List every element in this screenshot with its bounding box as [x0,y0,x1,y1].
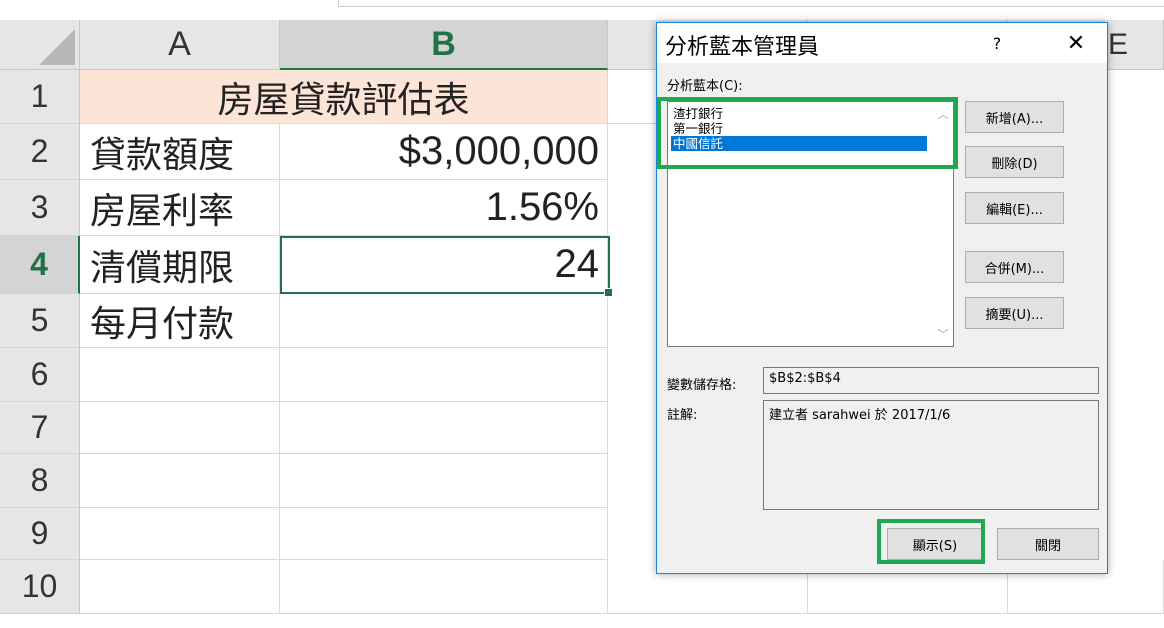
cell-a1-title[interactable]: 房屋貸款評估表 [80,70,608,124]
select-all-corner[interactable] [0,20,80,70]
cell-b7[interactable] [280,402,608,454]
dialog-title: 分析藍本管理員 [665,35,820,60]
row-header-9[interactable]: 9 [0,508,80,560]
scenario-manager-dialog: 分析藍本管理員 ? ✕ 分析藍本(C): 渣打銀行 第一銀行 中國信託 ︿ ﹀ … [656,22,1108,574]
cell-a7[interactable] [80,402,280,454]
scroll-down-icon[interactable]: ﹀ [935,326,951,342]
dialog-titlebar[interactable]: 分析藍本管理員 ? ✕ [657,23,1107,63]
column-header-a[interactable]: A [80,20,280,70]
show-button-highlight [877,519,985,564]
cell-a8[interactable] [80,454,280,508]
close-button[interactable]: 關閉 [997,528,1099,560]
add-button[interactable]: 新增(A)... [965,101,1064,133]
help-button[interactable]: ? [977,23,1017,63]
row-header-3[interactable]: 3 [0,180,80,236]
scenarios-highlight [657,97,958,169]
summary-button[interactable]: 摘要(U)... [965,297,1064,329]
cell-b10[interactable] [280,560,608,614]
row-header-10[interactable]: 10 [0,560,80,614]
row-header-6[interactable]: 6 [0,348,80,402]
column-header-b[interactable]: B [280,20,608,70]
cell-b2[interactable]: $3,000,000 [280,124,608,180]
cell-b3[interactable]: 1.56% [280,180,608,236]
close-icon[interactable]: ✕ [1053,23,1099,63]
cell-a2[interactable]: 貸款額度 [80,124,280,180]
row-header-5[interactable]: 5 [0,294,80,348]
cell-b4[interactable]: 24 [280,236,608,294]
cell-b8[interactable] [280,454,608,508]
merge-button[interactable]: 合併(M)... [965,251,1064,283]
cell-a9[interactable] [80,508,280,560]
changing-cells-label: 變數儲存格: [667,378,737,393]
formula-bar[interactable] [338,0,1164,7]
row-header-8[interactable]: 8 [0,454,80,508]
row-header-2[interactable]: 2 [0,124,80,180]
cell-a3[interactable]: 房屋利率 [80,180,280,236]
comment-label: 註解: [667,408,698,423]
column-header-e-label: E [1108,28,1129,61]
edit-button[interactable]: 編輯(E)... [965,192,1064,224]
row-header-4[interactable]: 4 [0,236,80,294]
cell-a5[interactable]: 每月付款 [80,294,280,348]
scenarios-label: 分析藍本(C): [667,79,743,94]
changing-cells-field: $B$2:$B$4 [763,367,1099,394]
cell-a4[interactable]: 清償期限 [80,236,280,294]
row-header-1[interactable]: 1 [0,70,80,124]
cell-a6[interactable] [80,348,280,402]
cell-a10[interactable] [80,560,280,614]
cell-b5[interactable] [280,294,608,348]
delete-button[interactable]: 刪除(D) [965,146,1064,178]
cell-b9[interactable] [280,508,608,560]
cell-b6[interactable] [280,348,608,402]
comment-field: 建立者 sarahwei 於 2017/1/6 [763,400,1099,510]
row-header-7[interactable]: 7 [0,402,80,454]
